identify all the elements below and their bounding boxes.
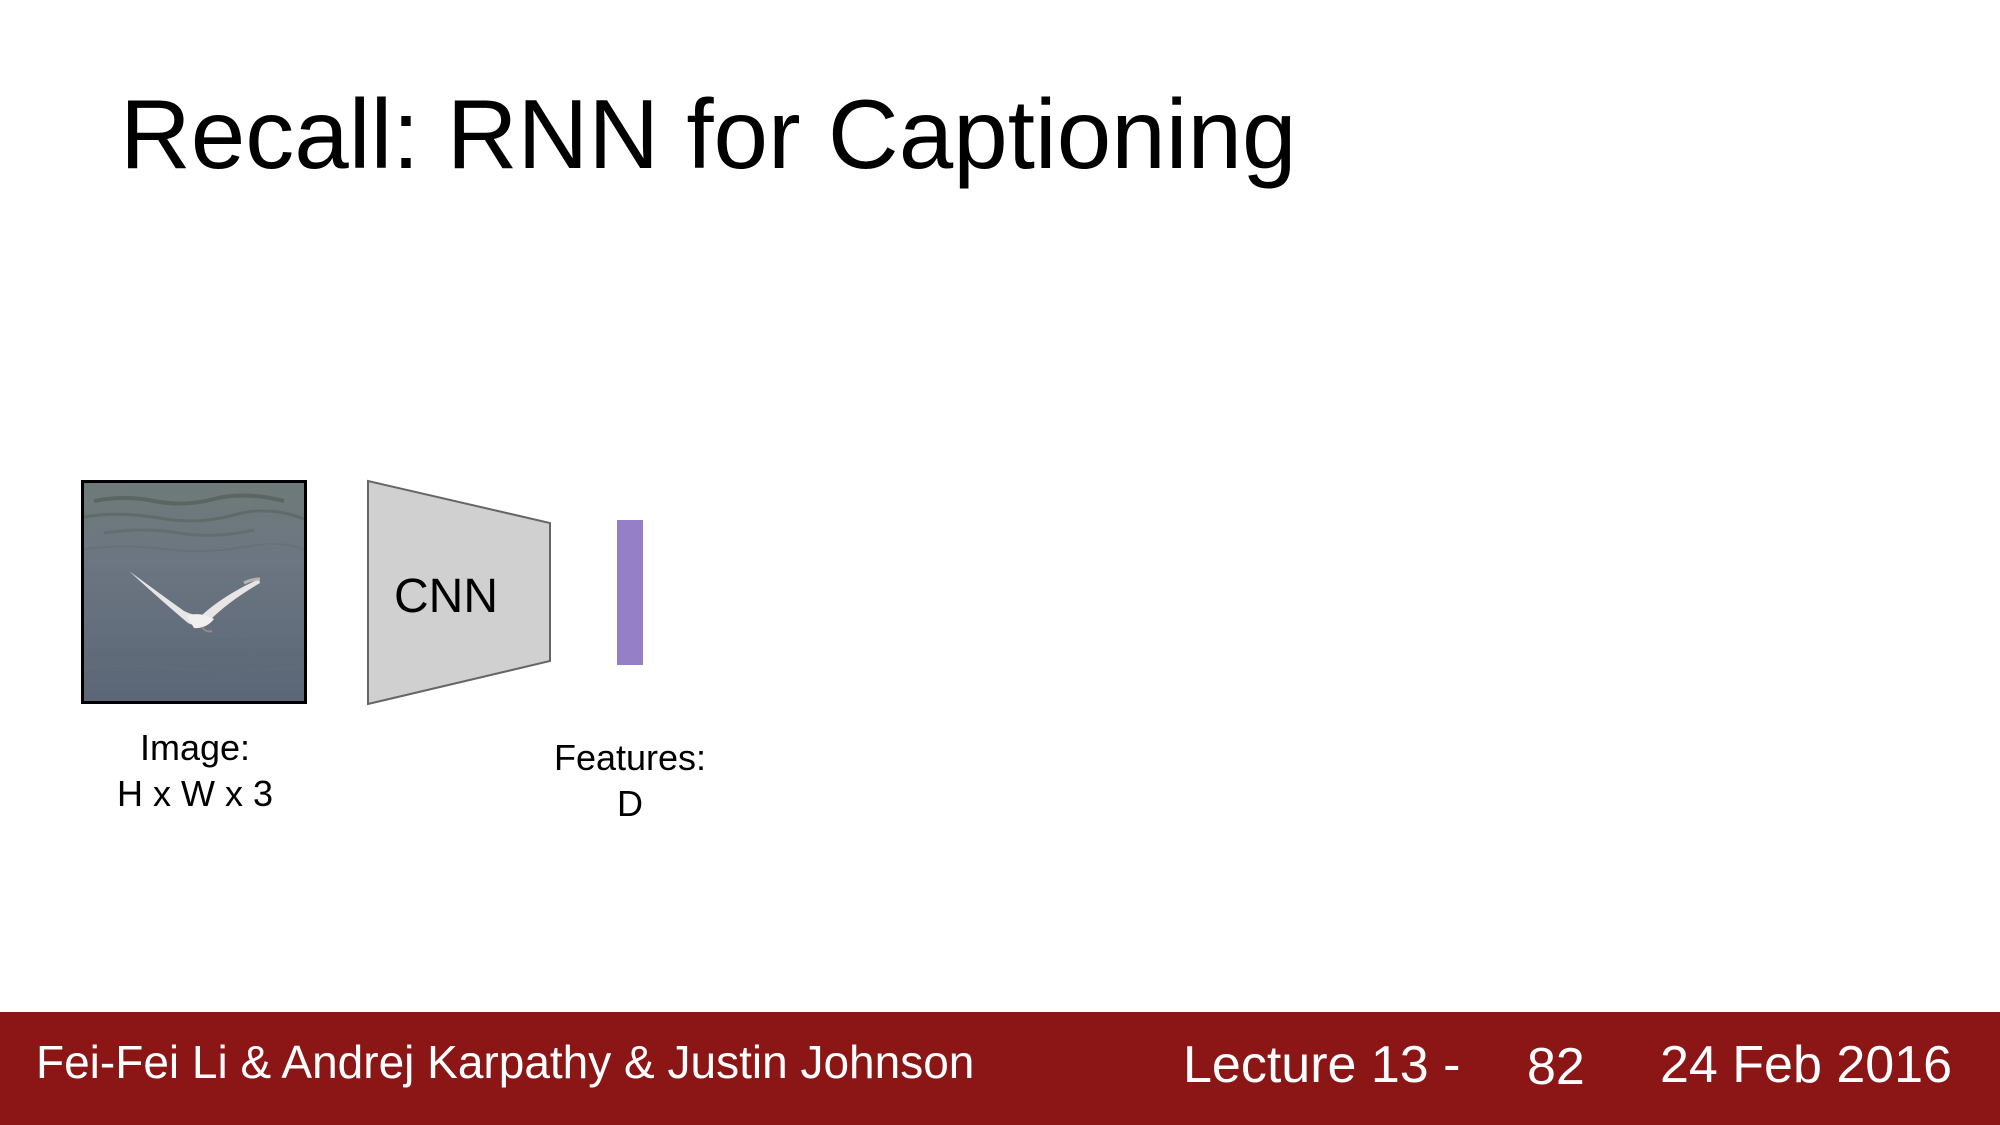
features-label-dim: D [617,783,643,824]
footer-page-number: 82 [1527,1038,1585,1096]
slide: Recall: RNN for Captioning Image: H x W … [0,0,2000,1125]
feature-vector [617,520,643,665]
cnn-block: CNN [367,479,551,706]
footer-date: 24 Feb 2016 [1660,1036,1953,1094]
cnn-label: CNN [394,570,498,623]
features-label-name: Features: [553,737,707,778]
footer-lecture: Lecture 13 - [1183,1036,1461,1094]
features-label: Features: D [530,735,730,827]
footer-authors: Fei-Fei Li & Andrej Karpathy & Justin Jo… [36,1036,975,1088]
